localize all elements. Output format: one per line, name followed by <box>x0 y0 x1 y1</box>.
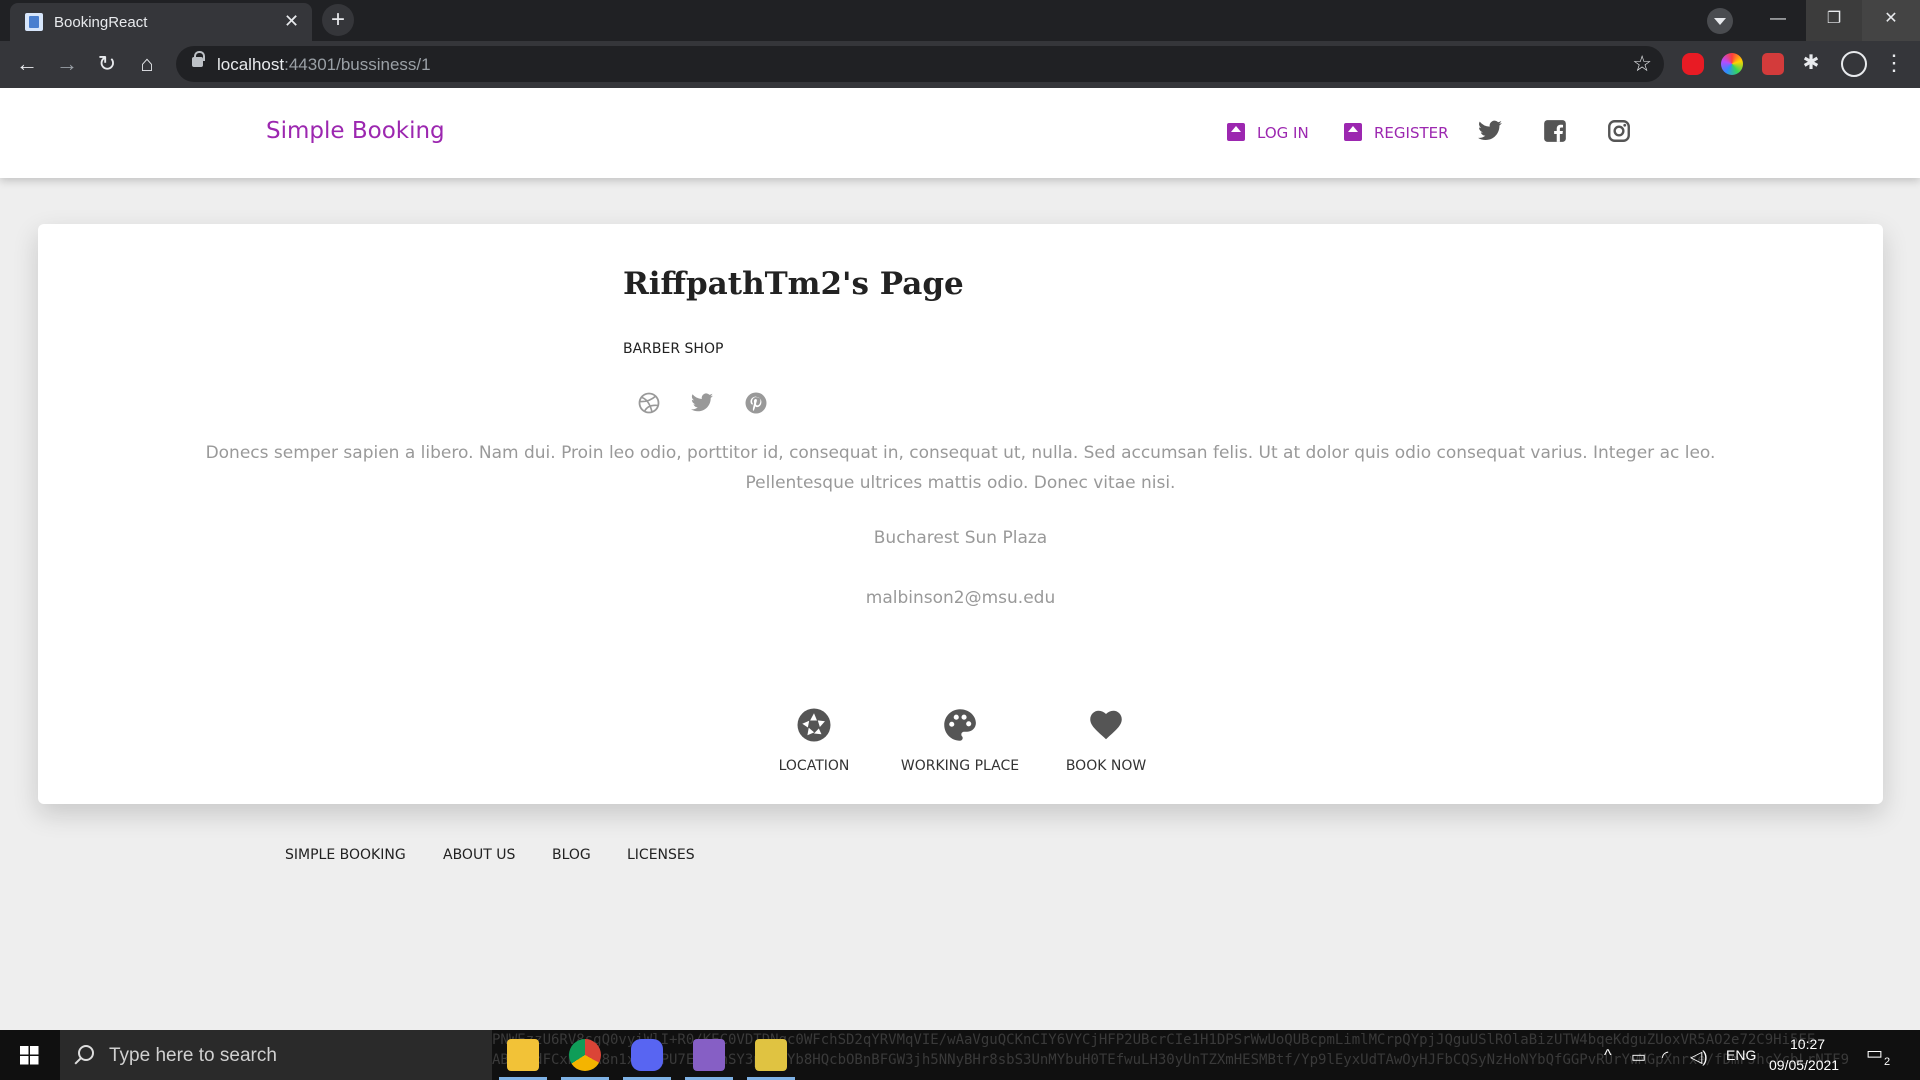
location-label: LOCATION <box>778 758 850 774</box>
file-explorer-icon[interactable] <box>507 1039 539 1071</box>
tab-close-button[interactable]: ✕ <box>284 11 299 31</box>
register-link[interactable]: REGISTER <box>1344 123 1449 142</box>
footer-link-about-us[interactable]: ABOUT US <box>443 847 515 863</box>
windows-start-icon[interactable] <box>0 1030 60 1080</box>
window-minimize-button[interactable]: — <box>1750 0 1806 41</box>
extension-color-picker-icon[interactable] <box>1721 53 1743 75</box>
forward-button[interactable]: → <box>52 50 82 80</box>
pinterest-icon[interactable] <box>744 391 768 415</box>
tray-chevron-icon[interactable]: ^ <box>1604 1047 1612 1065</box>
visual-studio-icon[interactable] <box>693 1039 725 1071</box>
footer-link-licenses[interactable]: LICENSES <box>627 847 695 863</box>
twitter-icon[interactable] <box>690 391 714 415</box>
profile-description: Donecs semper sapien a libero. Nam dui. … <box>188 438 1733 498</box>
extension-red-icon[interactable] <box>1762 53 1784 75</box>
notification-center-icon[interactable]: ▭ <box>1866 1043 1883 1064</box>
notification-count: 2 <box>1884 1056 1891 1068</box>
discord-icon[interactable] <box>631 1039 663 1071</box>
reload-button[interactable]: ↻ <box>92 50 122 80</box>
language-indicator[interactable]: ENG <box>1726 1047 1756 1063</box>
chrome-icon[interactable] <box>569 1039 601 1071</box>
book-now-button[interactable]: BOOK NOW <box>1036 707 1176 774</box>
clock-date[interactable]: 09/05/2021 <box>1769 1057 1839 1073</box>
profile-category: BARBER SHOP <box>623 341 724 357</box>
window-restore-button[interactable]: ❐ <box>1806 0 1862 41</box>
page-viewport: Simple Booking LOG IN REGISTER RiffpathT… <box>0 88 1920 1030</box>
camera-aperture-icon <box>797 708 831 742</box>
extension-adblock-icon[interactable] <box>1682 53 1704 75</box>
browser-menu-icon[interactable]: ⋮ <box>1883 52 1905 74</box>
home-button[interactable]: ⌂ <box>132 50 162 80</box>
working-place-button[interactable]: WORKING PLACE <box>890 707 1030 774</box>
login-link[interactable]: LOG IN <box>1227 123 1309 142</box>
volume-icon[interactable]: ◁) <box>1690 1047 1708 1067</box>
footer-link-simple-booking[interactable]: SIMPLE BOOKING <box>285 847 406 863</box>
twitter-icon[interactable] <box>1477 118 1503 144</box>
working-place-label: WORKING PLACE <box>900 758 1020 774</box>
url-text[interactable]: localhost:44301/bussiness/1 <box>217 55 431 75</box>
browser-toolbar: ← → ↻ ⌂ localhost:44301/bussiness/1 ☆ ✱ … <box>0 41 1920 88</box>
app-icon[interactable] <box>755 1039 787 1071</box>
battery-icon[interactable]: ▭ <box>1631 1047 1646 1067</box>
register-icon <box>1344 123 1362 141</box>
search-icon <box>78 1045 94 1061</box>
description-line-1: Donecs semper sapien a libero. Nam dui. … <box>205 443 1716 463</box>
heart-icon <box>1090 710 1122 740</box>
new-tab-button[interactable]: + <box>322 4 354 36</box>
location-button[interactable]: LOCATION <box>744 707 884 774</box>
tab-title: BookingReact <box>54 14 148 31</box>
profile-title: RiffpathTm2's Page <box>623 266 964 302</box>
book-now-label: BOOK NOW <box>1065 758 1147 774</box>
login-label: LOG IN <box>1257 124 1309 142</box>
palette-icon <box>944 709 976 741</box>
browser-tab-bar: BookingReact ✕ + — ❐ ✕ <box>0 0 1920 41</box>
react-devtools-icon[interactable] <box>1841 51 1867 77</box>
taskbar-search-box[interactable]: Type here to search <box>60 1030 492 1080</box>
facebook-icon[interactable] <box>1542 118 1568 144</box>
site-navbar: Simple Booking LOG IN REGISTER <box>0 88 1920 178</box>
profile-address: Bucharest Sun Plaza <box>873 528 1048 548</box>
register-label: REGISTER <box>1374 124 1449 142</box>
lock-icon <box>192 51 205 67</box>
description-line-2: Pellentesque ultrices mattis odio. Donec… <box>745 473 1176 493</box>
window-close-button[interactable]: ✕ <box>1862 0 1920 41</box>
login-icon <box>1227 123 1245 141</box>
address-bar[interactable]: localhost:44301/bussiness/1 ☆ <box>176 46 1664 82</box>
taskbar-search-placeholder: Type here to search <box>109 1045 277 1066</box>
instagram-icon[interactable] <box>1606 118 1632 144</box>
profile-card: RiffpathTm2's Page BARBER SHOP Donecs se… <box>38 224 1883 804</box>
tab-search-icon[interactable] <box>1707 8 1733 34</box>
back-button[interactable]: ← <box>12 50 42 80</box>
footer-link-blog[interactable]: BLOG <box>552 847 591 863</box>
page-favicon-icon <box>25 13 43 31</box>
profile-email: malbinson2@msu.edu <box>865 588 1056 608</box>
brand-link[interactable]: Simple Booking <box>266 118 445 144</box>
wifi-icon[interactable]: ◜ <box>1662 1047 1668 1067</box>
extensions-puzzle-icon[interactable]: ✱ <box>1800 52 1822 74</box>
browser-tab-active[interactable]: BookingReact ✕ <box>10 3 312 41</box>
clock-time[interactable]: 10:27 <box>1790 1036 1825 1052</box>
bookmark-star-icon[interactable]: ☆ <box>1632 51 1652 77</box>
windows-taskbar: Type here to search PNWEzzU6RV8sgQ0vyiWl… <box>0 1030 1920 1080</box>
dribbble-icon[interactable] <box>637 391 661 415</box>
